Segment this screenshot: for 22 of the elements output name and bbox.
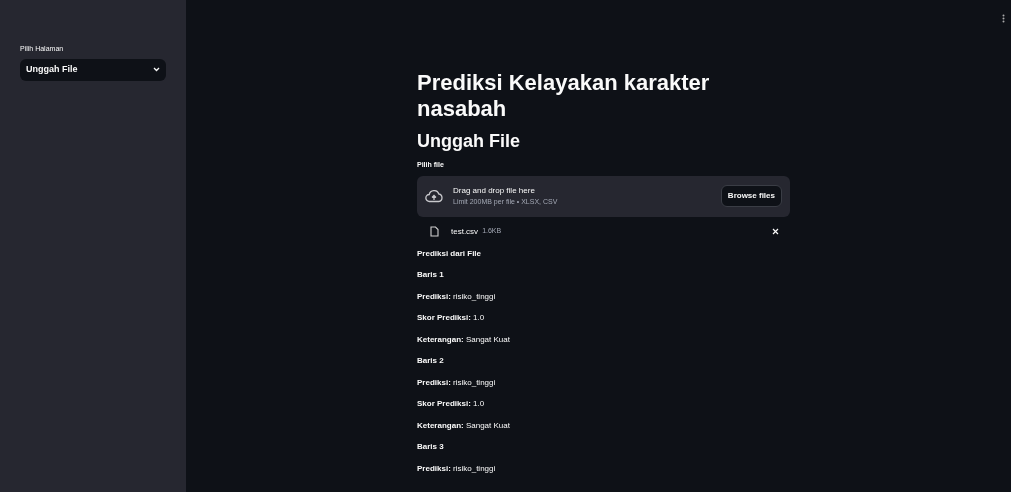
result-heading: Baris 2 [417, 355, 445, 367]
more-menu-icon[interactable] [1002, 14, 1005, 23]
result-line: Keterangan: Sangat Kuat [417, 419, 511, 432]
page-title: Prediksi Kelayakan karakter nasabah [417, 70, 711, 122]
result-line: Prediksi: risiko_tinggi [417, 462, 497, 475]
result-line: Keterangan: Sangat Kuat [417, 333, 511, 346]
result-line: Prediksi: risiko_tinggi [417, 290, 497, 303]
drop-text: Drag and drop file here [453, 184, 536, 196]
browse-files-button[interactable]: Browse files [720, 185, 782, 207]
result-line: Skor Prediksi: 1.0 [417, 398, 486, 410]
chevron-down-icon [153, 67, 160, 72]
result-line: Skor Prediksi: 1.0 [417, 312, 486, 324]
result-heading: Baris 3 [417, 441, 445, 453]
result-line: Prediksi: risiko_tinggi [417, 376, 497, 389]
result-heading: Baris 1 [417, 269, 445, 281]
section-heading: Unggah File [417, 130, 521, 152]
file-icon [430, 226, 439, 237]
file-name: test.csv [451, 225, 479, 238]
page-select[interactable]: Unggah File [20, 58, 166, 81]
result-heading: Prediksi dari File [417, 247, 483, 260]
cloud-upload-icon [425, 189, 443, 203]
close-icon[interactable] [772, 228, 779, 235]
